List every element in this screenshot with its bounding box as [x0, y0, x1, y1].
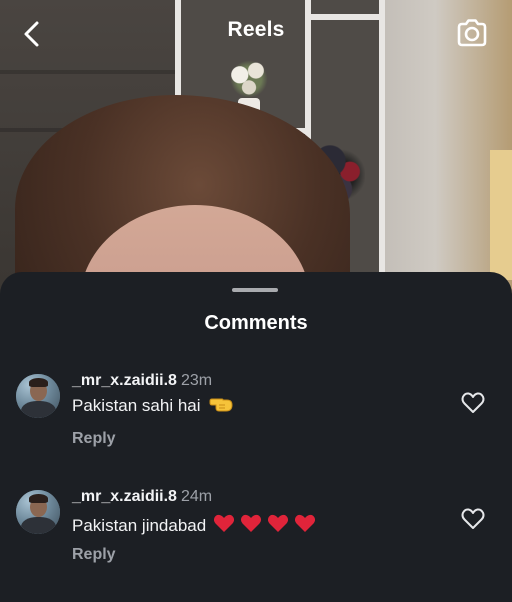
comment-text: Pakistan jindabad	[72, 512, 320, 539]
comments-title: Comments	[204, 312, 308, 334]
avatar[interactable]	[16, 374, 60, 418]
reply-button[interactable]: Reply	[72, 546, 116, 564]
comment-username[interactable]: _mr_x.zaidii.8	[72, 488, 177, 505]
drag-handle[interactable]	[232, 288, 278, 292]
comment-username[interactable]: _mr_x.zaidii.8	[72, 372, 177, 389]
comment-text: Pakistan sahi hai	[72, 396, 235, 419]
red-heart-icons	[212, 512, 320, 539]
like-button[interactable]	[460, 506, 486, 532]
page-title: Reels	[227, 18, 285, 41]
comment-item: _mr_x.zaidii.8 24m Pakistan jindabad Repl…	[0, 488, 512, 588]
doorway	[490, 150, 512, 280]
avatar[interactable]	[16, 490, 60, 534]
comment-meta: _mr_x.zaidii.8 24m	[72, 488, 212, 506]
reply-button[interactable]: Reply	[72, 430, 116, 448]
comments-sheet: Comments _mr_x.zaidii.8 23m Pakistan sahi…	[0, 272, 512, 602]
like-button[interactable]	[460, 390, 486, 416]
backhand-index-pointing-left-icon	[207, 396, 235, 419]
camera-icon	[457, 19, 487, 47]
comment-time: 24m	[180, 488, 213, 505]
top-bar: Reels	[0, 0, 512, 66]
heart-outline-icon	[461, 392, 485, 413]
camera-button[interactable]	[455, 16, 489, 50]
heart-outline-icon	[461, 508, 485, 529]
comment-item: _mr_x.zaidii.8 23m Pakistan sahi hai Repl…	[0, 372, 512, 472]
comment-meta: _mr_x.zaidii.8 23m	[72, 372, 212, 390]
comment-text-body: Pakistan sahi hai	[72, 396, 201, 415]
comment-time: 23m	[180, 372, 213, 389]
comment-text-body: Pakistan jindabad	[72, 516, 207, 535]
